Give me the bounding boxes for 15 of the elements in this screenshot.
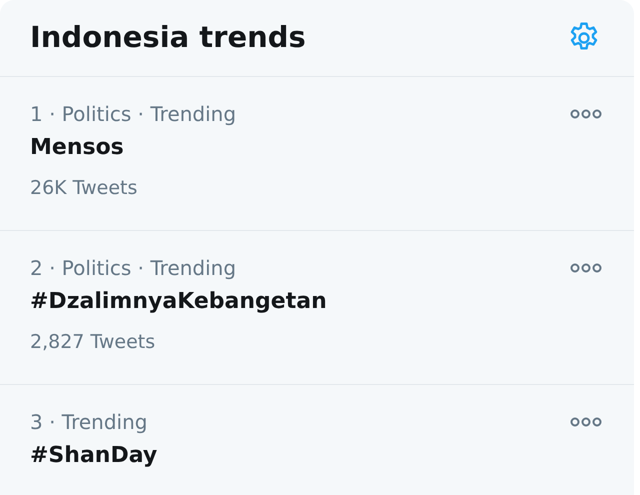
trend-name: #DzalimnyaKebangetan [30,288,327,316]
panel-title: Indonesia trends [30,19,306,56]
more-icon[interactable] [570,262,602,274]
trend-item[interactable]: 3 · Trending #ShanDay [0,385,634,495]
trend-item[interactable]: 1 · Politics · Trending Mensos 26K Tweets [0,77,634,231]
tweet-count: 26K Tweets [30,176,138,201]
trend-name: Mensos [30,134,124,162]
trend-name: #ShanDay [30,442,158,470]
trend-context: 2 · Politics · Trending [30,255,236,282]
more-icon[interactable] [570,416,602,428]
trend-item[interactable]: 2 · Politics · Trending #DzalimnyaKebangetan 2,827 Tweets [0,231,634,385]
trend-context: 1 · Politics · Trending [30,101,236,128]
more-icon[interactable] [570,108,602,120]
trend-context: 3 · Trending [30,409,148,436]
tweet-count: 2,827 Tweets [30,330,156,355]
